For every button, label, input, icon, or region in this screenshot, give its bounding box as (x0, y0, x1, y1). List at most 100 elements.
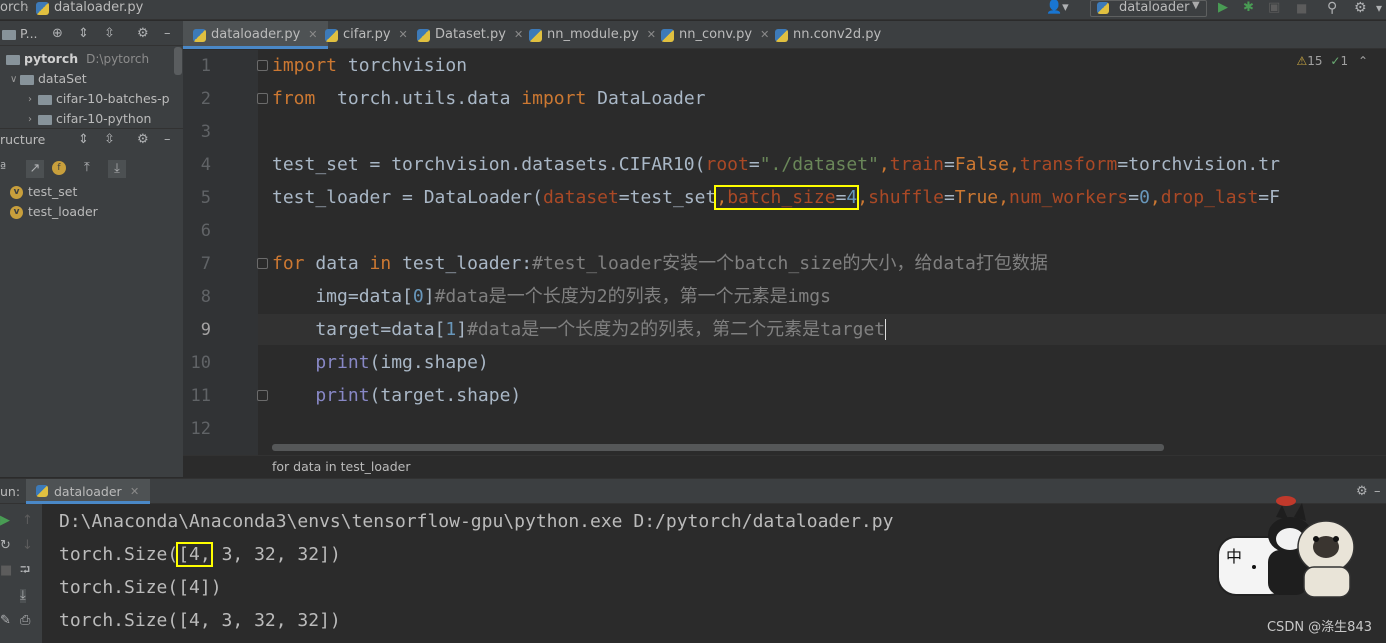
cat-dog-sticker: 中 (1217, 496, 1355, 598)
print-icon[interactable]: ⎙ (20, 614, 30, 628)
collapse-all-icon[interactable]: ⇳ (104, 27, 115, 41)
tab-cifar[interactable]: cifar.py ✕ (315, 21, 415, 49)
run-tab-label: dataloader (54, 484, 122, 499)
python-file-icon (36, 2, 49, 15)
python-file-icon (661, 29, 674, 42)
chevron-up-icon[interactable]: ⌃ (1358, 54, 1368, 68)
tab-nn-module[interactable]: nn_module.py ✕ (519, 21, 659, 49)
soft-wrap-icon[interactable]: ⮒ (20, 564, 30, 578)
pin-icon[interactable]: ✎ (0, 614, 11, 628)
hide-icon[interactable]: – (1374, 485, 1381, 499)
code-line-2: from torch.utils.data import DataLoader (272, 88, 706, 109)
run-config-label: dataloader (1119, 0, 1190, 15)
locate-icon[interactable]: ⊕ (52, 27, 63, 41)
run-tab-dataloader[interactable]: dataloader ✕ (26, 479, 150, 504)
code-line-5: test_loader = DataLoader(dataset=test_se… (272, 185, 1280, 210)
line-number: 3 (200, 122, 211, 142)
stop-icon[interactable]: ■ (0, 564, 12, 578)
tree-item-label: dataSet (38, 71, 87, 86)
stop-icon[interactable]: ■ (1296, 0, 1307, 18)
tab-dataloader[interactable]: dataloader.py ✕ (183, 21, 328, 49)
context-hint[interactable]: for data in test_loader (272, 459, 410, 474)
python-file-icon (325, 29, 338, 42)
gear-icon[interactable]: ⚙ (1354, 0, 1367, 18)
typo-count: 1 (1340, 54, 1349, 68)
scrollbar[interactable] (174, 47, 182, 75)
rerun-icon[interactable]: ▶ (0, 514, 10, 528)
close-icon[interactable]: ✕ (130, 485, 139, 498)
project-panel-header[interactable]: P... (2, 24, 38, 44)
highlight-box-batch-size: ,batch_size=4 (714, 185, 860, 210)
navigation-bar: orch › dataloader.py 👤▾ dataloader ▼ ▶ ✱… (0, 0, 1386, 20)
tree-item-dataset[interactable]: ∨ dataSet (10, 69, 87, 89)
fold-marker[interactable] (257, 60, 268, 71)
line-number: 12 (190, 419, 211, 439)
run-toolwindow-header: un: dataloader ✕ ⚙ – (0, 478, 1386, 504)
tree-item-pytorch[interactable]: pytorch D:\pytorch (6, 49, 149, 69)
scroll-to-end-icon[interactable]: ⤓ (20, 589, 26, 603)
inspection-widget[interactable]: ⚠15 ✓1 ⌃ (1297, 54, 1368, 68)
tab-nn-conv[interactable]: nn_conv.py ✕ (651, 21, 775, 49)
python-file-icon (417, 29, 430, 42)
hide-icon[interactable]: – (164, 27, 171, 41)
search-icon[interactable]: ⚲ (1327, 0, 1337, 18)
more-icon[interactable]: ▾ (1376, 0, 1382, 18)
fold-marker[interactable] (257, 93, 268, 104)
structure-item-test-loader[interactable]: v test_loader (10, 202, 98, 222)
expand-icon[interactable]: ⤒ (84, 161, 90, 175)
expand-all-icon[interactable]: ⇕ (78, 27, 89, 41)
python-file-icon (36, 485, 48, 497)
line-number: 9 (200, 320, 211, 340)
structure-item-test-set[interactable]: v test_set (10, 182, 77, 202)
gear-icon[interactable]: ⚙ (137, 27, 149, 41)
expand-all-icon[interactable]: ⇕ (78, 133, 89, 147)
tab-dataset[interactable]: Dataset.py ✕ (407, 21, 527, 49)
watermark: CSDN @涤生843 (1266, 620, 1372, 635)
coverage-icon[interactable]: ▣ (1268, 0, 1280, 18)
run-config-selector[interactable]: dataloader ▼ (1090, 0, 1207, 17)
show-fields-icon[interactable]: f (52, 161, 66, 175)
fold-marker[interactable] (257, 258, 268, 269)
fold-marker[interactable] (257, 390, 268, 401)
tree-item-label: pytorch (24, 51, 79, 66)
tab-label: dataloader.py (211, 27, 301, 42)
breadcrumb-file[interactable]: dataloader.py (54, 0, 143, 16)
down-icon[interactable]: ↓ (22, 539, 33, 553)
up-icon[interactable]: ↑ (22, 514, 33, 528)
python-file-icon (193, 29, 206, 42)
line-number: 7 (200, 254, 211, 274)
structure-panel-header[interactable]: ructure (0, 130, 45, 150)
editor-tabs: dataloader.py ✕ cifar.py ✕ Dataset.py ✕ nn_… (183, 21, 1386, 49)
tab-label: cifar.py (343, 27, 391, 42)
gear-icon[interactable]: ⚙ (137, 133, 149, 147)
code-editor[interactable]: ⚠15 ✓1 ⌃ 1 2 3 4 5 6 7 8 9 10 11 12 impo… (183, 50, 1386, 455)
tab-label: nn_module.py (547, 27, 639, 42)
chevron-right-icon: › (28, 93, 32, 105)
tab-nn-conv2d[interactable]: nn.conv2d.py (765, 21, 895, 49)
line-number: 10 (190, 353, 211, 373)
chevron-down-icon: ∨ (10, 73, 18, 85)
sort-alpha-icon[interactable]: ª (0, 162, 6, 176)
show-inherited-icon[interactable]: ↗ (26, 160, 44, 178)
run-console[interactable]: ▶ ↑ ↻ ↓ ■ ⮒ ⤓ ✎ ⎙ D:\Anaconda\Anaconda3\… (0, 504, 1386, 643)
debug-icon[interactable]: ✱ (1243, 0, 1254, 18)
tree-item-cifar-python[interactable]: › cifar-10-python (28, 109, 151, 129)
horizontal-scrollbar[interactable] (272, 444, 1164, 451)
user-icon[interactable]: 👤▾ (1046, 0, 1069, 18)
code-line-11: print(target.shape) (272, 385, 522, 406)
highlight-box-first-dim: [4, (176, 542, 213, 567)
structure-item-label: test_loader (28, 204, 98, 219)
collapse-all-icon[interactable]: ⇳ (104, 133, 115, 147)
run-icon[interactable]: ▶ (1218, 0, 1228, 18)
hide-icon[interactable]: – (164, 133, 171, 147)
autoscroll-icon[interactable]: ⤓ (108, 160, 126, 178)
wrench-icon[interactable]: ↻ (0, 539, 11, 553)
folder-icon (6, 54, 20, 65)
tree-item-cifar-batches[interactable]: › cifar-10-batches-p (28, 89, 170, 109)
folder-icon (20, 74, 34, 85)
chevron-down-icon: ▼ (1192, 0, 1200, 11)
warning-icon: ⚠ (1296, 54, 1308, 68)
tree-item-path: D:\pytorch (86, 52, 150, 66)
folder-icon (38, 114, 52, 125)
folder-icon (38, 94, 52, 105)
